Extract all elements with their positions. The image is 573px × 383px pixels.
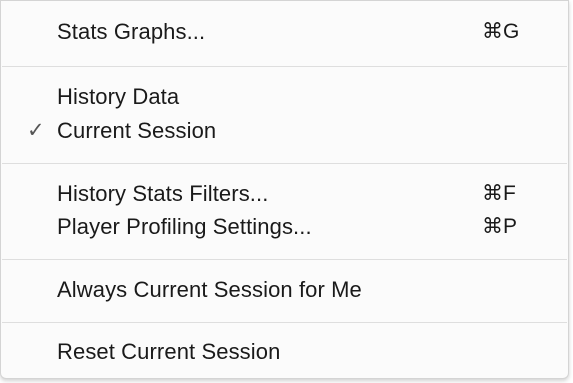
menu-item-history-stats-filters[interactable]: History Stats Filters... ⌘F [1, 177, 568, 211]
menu-separator [2, 322, 567, 323]
checkmark-icon: ✓ [27, 119, 45, 142]
menu-item-always-current-session[interactable]: Always Current Session for Me [1, 273, 568, 307]
menu-item-label: Stats Graphs... [57, 19, 206, 44]
menu-item-label: Player Profiling Settings... [57, 214, 312, 239]
menu-item-player-profiling-settings[interactable]: Player Profiling Settings... ⌘P [1, 210, 568, 244]
menu-item-label: Current Session [57, 118, 217, 143]
menu-item-label: History Data [57, 84, 180, 109]
menu-item-shortcut: ⌘G [482, 20, 520, 43]
menu-item-history-data[interactable]: History Data [1, 80, 568, 114]
menu-item-label: History Stats Filters... [57, 181, 269, 206]
menu-separator [2, 66, 567, 67]
menu-separator [2, 163, 567, 164]
menu-item-current-session[interactable]: ✓ Current Session [1, 114, 568, 148]
menu-item-reset-current-session[interactable]: Reset Current Session [1, 335, 568, 369]
menu-separator [2, 259, 567, 260]
menu-item-shortcut: ⌘F [482, 182, 516, 205]
menu-item-stats-graphs[interactable]: Stats Graphs... ⌘G [1, 15, 568, 49]
context-menu: Stats Graphs... ⌘G History Data ✓ Curren… [0, 0, 569, 379]
menu-item-shortcut: ⌘P [482, 215, 518, 238]
menu-item-label: Reset Current Session [57, 339, 281, 364]
menu-item-label: Always Current Session for Me [57, 277, 362, 302]
